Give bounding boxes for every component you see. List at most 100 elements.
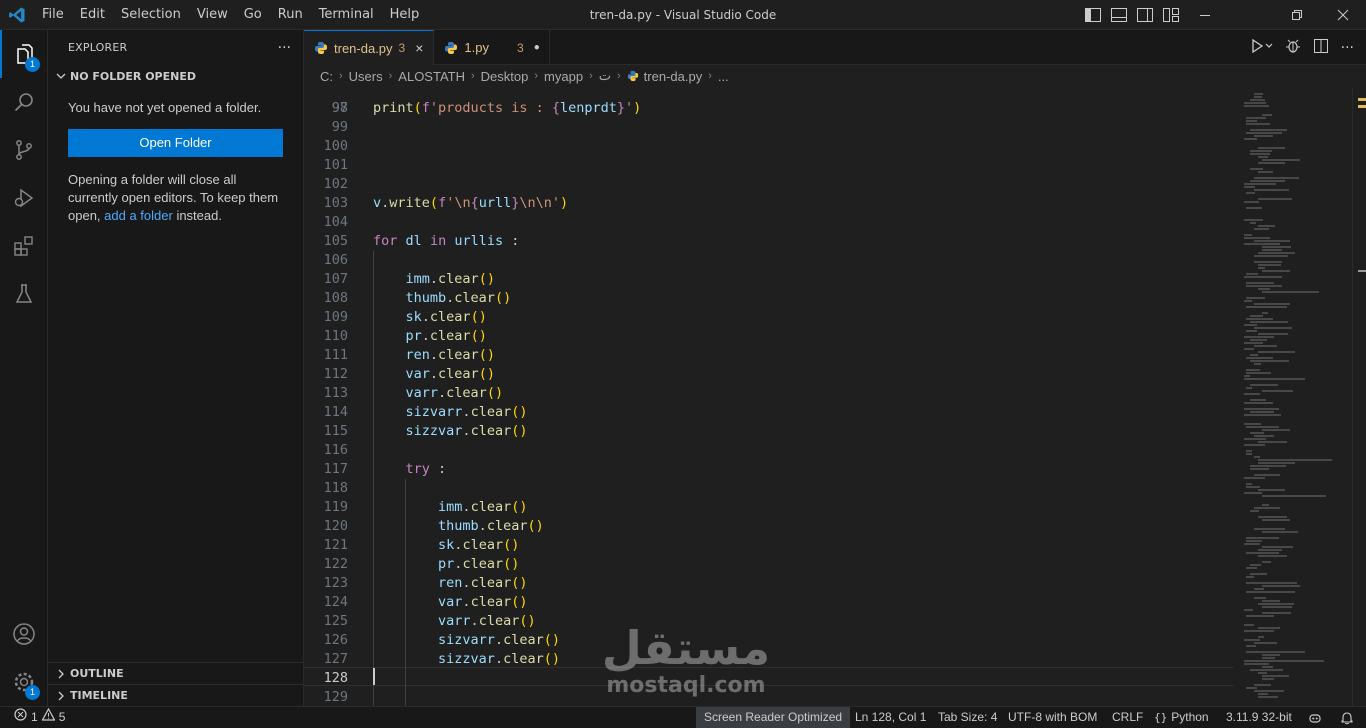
- minimap-line: [1246, 192, 1255, 194]
- tab-tren-da-py[interactable]: tren-da.py 3 ×: [304, 30, 435, 65]
- menu-file[interactable]: File: [34, 0, 72, 30]
- minimap-line: [1258, 489, 1285, 491]
- line-number: 124: [323, 594, 348, 610]
- code-line: 118: [304, 479, 1234, 498]
- file-encoding[interactable]: UTF-8 with BOM: [1008, 707, 1097, 728]
- close-tab-icon[interactable]: ×: [415, 40, 423, 56]
- menu-view[interactable]: View: [189, 0, 236, 30]
- timeline-section-header[interactable]: TIMELINE: [48, 684, 304, 706]
- minimap-line: [1244, 378, 1305, 380]
- unsaved-dot-icon[interactable]: ●: [534, 42, 540, 53]
- minimap-line: [1244, 105, 1269, 107]
- minimap-line: [1254, 189, 1289, 191]
- minimize-icon[interactable]: [1182, 0, 1228, 30]
- minimap-line: [1258, 333, 1288, 335]
- toggle-secondary-sidebar-icon[interactable]: [1136, 6, 1154, 24]
- breadcrumb-symbols[interactable]: ...: [718, 69, 729, 84]
- breadcrumb-myapp[interactable]: myapp: [544, 69, 583, 84]
- run-python-file-icon[interactable]: [1251, 38, 1273, 57]
- minimap-line: [1246, 450, 1252, 452]
- code-editor[interactable]: 97 98 print(f'products is : {lenprdt}') 99…: [304, 87, 1234, 706]
- minimap-line: [1244, 243, 1280, 245]
- copilot-icon[interactable]: [1308, 707, 1322, 728]
- explorer-icon[interactable]: 1: [0, 30, 48, 78]
- language-mode[interactable]: {} Python: [1154, 707, 1209, 728]
- tab-1-py[interactable]: 1.py 3 ●: [434, 30, 551, 65]
- accounts-icon[interactable]: [0, 610, 48, 658]
- menu-selection[interactable]: Selection: [113, 0, 189, 30]
- testing-icon[interactable]: [0, 270, 48, 318]
- tab-size[interactable]: Tab Size: 4: [938, 707, 997, 728]
- open-folder-button[interactable]: Open Folder: [68, 129, 283, 157]
- code-line: 107 imm.clear(): [304, 270, 1234, 289]
- minimap-line: [1258, 264, 1281, 266]
- vertical-scrollbar[interactable]: [1352, 87, 1366, 706]
- breadcrumb-desktop[interactable]: Desktop: [481, 69, 529, 84]
- minimap-line: [1246, 285, 1282, 287]
- debug-icon[interactable]: [1285, 38, 1301, 58]
- extensions-icon[interactable]: [0, 222, 48, 270]
- screen-reader-mode[interactable]: Screen Reader Optimized: [696, 707, 851, 728]
- minimap-line: [1258, 252, 1295, 254]
- breadcrumb-users[interactable]: Users: [349, 69, 383, 84]
- customize-layout-icon[interactable]: [1162, 6, 1180, 24]
- python-file-icon: [444, 41, 458, 55]
- notifications-bell-icon[interactable]: [1340, 707, 1354, 728]
- breadcrumb-drive[interactable]: C:: [320, 69, 333, 84]
- minimap-line: [1250, 150, 1272, 152]
- more-actions-icon[interactable]: ···: [278, 40, 291, 56]
- activity-bar: 1 1: [0, 30, 48, 706]
- code-text: for dl in urllis :: [373, 233, 520, 249]
- minimap-line: [1254, 528, 1285, 530]
- menu-help[interactable]: Help: [382, 0, 428, 30]
- run-debug-icon[interactable]: [0, 174, 48, 222]
- minimap-line: [1244, 423, 1261, 425]
- breadcrumb-user[interactable]: ALOSTATH: [398, 69, 465, 84]
- source-control-icon[interactable]: [0, 126, 48, 174]
- minimap-line: [1250, 669, 1283, 671]
- menu-terminal[interactable]: Terminal: [311, 0, 382, 30]
- outline-section-header[interactable]: OUTLINE: [48, 662, 304, 684]
- add-folder-link[interactable]: add a folder: [104, 208, 173, 223]
- breadcrumb-folder[interactable]: ت: [599, 68, 611, 84]
- menu-go[interactable]: Go: [236, 0, 270, 30]
- minimap-line: [1250, 360, 1289, 362]
- minimap-line: [1262, 270, 1290, 272]
- code-line: 97: [304, 87, 1234, 116]
- minimap-line: [1262, 606, 1292, 608]
- minimap-line: [1258, 351, 1295, 353]
- more-actions-icon[interactable]: ···: [1341, 40, 1354, 56]
- code-text: varr.clear(): [438, 613, 536, 629]
- toggle-primary-sidebar-icon[interactable]: [1084, 6, 1102, 24]
- breadcrumb-file[interactable]: tren-da.py: [644, 69, 703, 84]
- line-number: 112: [323, 366, 348, 382]
- no-folder-section-header[interactable]: NO FOLDER OPENED: [48, 65, 303, 87]
- end-of-line[interactable]: CRLF: [1112, 707, 1143, 728]
- code-line: 128: [304, 669, 1234, 688]
- python-file-icon: [627, 70, 639, 82]
- minimap-line: [1258, 516, 1287, 518]
- minimap-line: [1246, 282, 1274, 284]
- close-window-icon[interactable]: [1320, 0, 1366, 30]
- minimap-line: [1262, 612, 1291, 614]
- menu-edit[interactable]: Edit: [72, 0, 113, 30]
- no-folder-label: NO FOLDER OPENED: [70, 69, 196, 83]
- split-editor-icon[interactable]: [1313, 38, 1329, 58]
- toggle-panel-icon[interactable]: [1110, 6, 1128, 24]
- code-text: sk.clear(): [405, 309, 487, 325]
- search-icon[interactable]: [0, 78, 48, 126]
- manage-gear-icon[interactable]: 1: [0, 658, 48, 706]
- code-line: 121 sk.clear(): [304, 536, 1234, 555]
- restore-icon[interactable]: [1274, 0, 1320, 30]
- menu-run[interactable]: Run: [270, 0, 311, 30]
- python-interpreter[interactable]: 3.11.9 32-bit: [1226, 707, 1292, 728]
- minimap-line: [1258, 441, 1287, 443]
- minimap-line: [1246, 540, 1262, 542]
- minimap[interactable]: [1234, 87, 1352, 706]
- problems-indicator[interactable]: 1 5: [14, 707, 65, 728]
- minimap-line: [1262, 249, 1282, 251]
- minimap-line: [1254, 177, 1299, 179]
- minimap-line: [1250, 465, 1286, 467]
- cursor-position[interactable]: Ln 128, Col 1: [855, 707, 926, 728]
- minimap-line: [1250, 129, 1287, 131]
